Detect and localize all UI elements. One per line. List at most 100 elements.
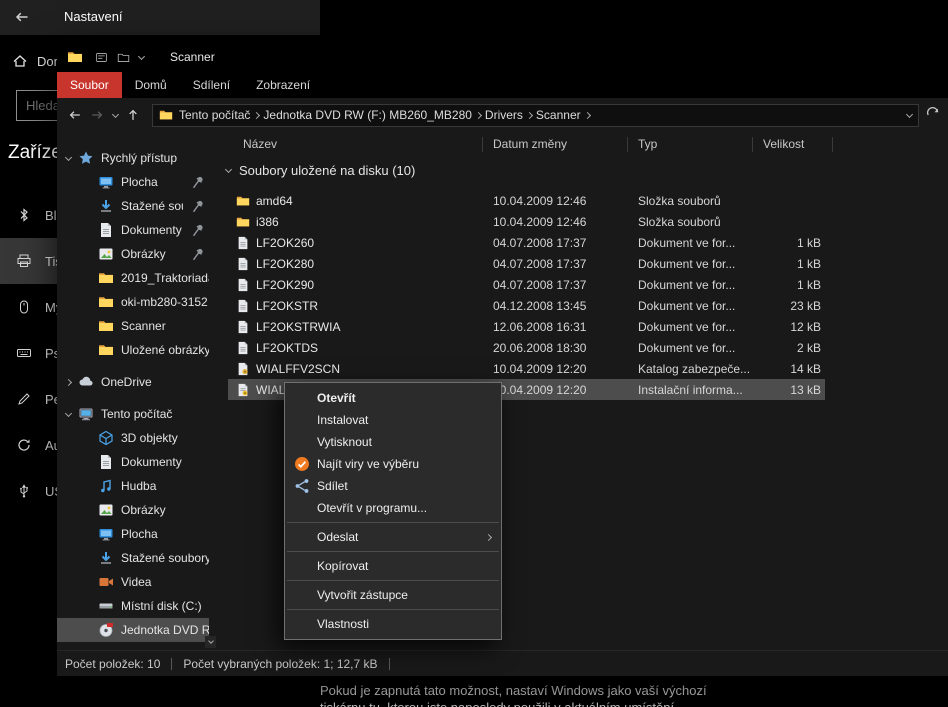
nav-tree-item[interactable]: Dokumenty <box>57 218 209 242</box>
nav-tree-item[interactable]: 3D objekty <box>57 426 209 450</box>
folder-icon <box>98 318 114 334</box>
ribbon-tab[interactable]: Zobrazení <box>243 72 323 98</box>
breadcrumb-segment[interactable]: Jednotka DVD RW (F:) MB260_MB280 <box>263 108 472 122</box>
file-date-cell: 10.04.2009 12:46 <box>483 194 628 208</box>
refresh-icon[interactable] <box>925 107 941 123</box>
menu-icon-slot <box>293 588 311 603</box>
breadcrumb-segment[interactable]: Drivers <box>485 108 523 122</box>
breadcrumb-segment[interactable]: Scanner <box>536 108 581 122</box>
file-size-cell: 14 kB <box>753 362 825 376</box>
address-field[interactable]: Tento počítač Jednotka DVD RW (F:) MB260_… <box>152 104 919 127</box>
group-header[interactable]: Soubory uložené na disku (10) <box>218 156 948 184</box>
nav-tree-item[interactable]: Tento počítač <box>57 402 209 426</box>
settings-description-line2: tiskárnu tu, kterou jste naposledy použi… <box>320 700 678 707</box>
nav-tree-label: Dokumenty <box>121 455 209 469</box>
nav-tree-item[interactable]: Uložené obrázky <box>57 338 209 362</box>
context-menu-item[interactable]: Instalovat <box>285 409 501 431</box>
file-size-cell: 23 kB <box>753 299 825 313</box>
nav-tree-item[interactable]: Místní disk (C:) <box>57 594 209 618</box>
catfile-icon <box>236 362 250 376</box>
context-menu-item[interactable]: Najít viry ve výběru <box>285 453 501 475</box>
file-row[interactable]: i38610.04.2009 12:46Složka souborů <box>228 211 825 232</box>
file-row[interactable]: LF2OKTDS20.06.2008 18:30Dokument ve for.… <box>228 337 825 358</box>
column-header[interactable]: Typ <box>628 137 753 152</box>
menu-icon-slot <box>293 435 311 450</box>
nav-tree-label: Dokumenty <box>121 223 183 237</box>
context-menu-item[interactable]: Otevřít v programu... <box>285 497 501 519</box>
nav-tree-label: Jednotka DVD RW <box>121 623 209 637</box>
pc-icon <box>78 406 94 422</box>
nav-tree-item[interactable]: Stažené soubory <box>57 546 209 570</box>
nav-tree-item[interactable]: Obrázky <box>57 242 209 266</box>
file-row[interactable]: LF2OK29004.07.2008 17:37Dokument ve for.… <box>228 274 825 295</box>
pin-icon <box>190 198 206 214</box>
context-menu-label: Instalovat <box>317 413 368 427</box>
column-header[interactable]: Název <box>218 137 483 152</box>
nav-tree-item[interactable]: oki-mb280-3152 <box>57 290 209 314</box>
nav-tree-label: Plocha <box>121 175 183 189</box>
context-menu-item[interactable]: Sdílet <box>285 475 501 497</box>
context-menu-item[interactable]: Odeslat <box>285 526 501 548</box>
nav-tree-label: Stažené soubory <box>121 551 209 565</box>
file-row[interactable]: LF2OK28004.07.2008 17:37Dokument ve for.… <box>228 253 825 274</box>
ribbon-tab[interactable]: Soubor <box>57 72 122 98</box>
nav-tree-item[interactable]: Rychlý přístup <box>57 146 209 170</box>
back-arrow-icon[interactable] <box>14 9 30 25</box>
up-arrow-icon <box>126 108 140 122</box>
nav-tree-item[interactable]: Obrázky <box>57 498 209 522</box>
window-folder-icon <box>67 49 83 65</box>
context-menu-item[interactable]: Vytvořit zástupce <box>285 584 501 606</box>
column-header[interactable]: Datum změny <box>483 137 628 152</box>
recent-locations-button[interactable] <box>108 114 122 117</box>
nav-tree-item[interactable]: Plocha <box>57 170 209 194</box>
nav-tree-item[interactable]: OneDrive <box>57 370 209 394</box>
nav-tree-item[interactable]: Jednotka DVD RW <box>57 618 209 642</box>
file-row[interactable]: LF2OK26004.07.2008 17:37Dokument ve for.… <box>228 232 825 253</box>
nav-up-button[interactable] <box>122 104 144 126</box>
file-name-label: LF2OK260 <box>256 236 314 250</box>
address-dropdown-chevron-icon[interactable] <box>906 110 913 117</box>
file-name-cell: WIALFFV2SCN <box>228 362 483 376</box>
nav-tree-item[interactable]: Scanner <box>57 314 209 338</box>
home-icon <box>12 53 28 69</box>
nav-tree-label: Plocha <box>121 527 209 541</box>
nav-tree-label: Rychlý přístup <box>101 151 209 165</box>
ribbon-tab[interactable]: Sdílení <box>180 72 243 98</box>
nav-back-button[interactable] <box>64 104 86 126</box>
context-menu-item[interactable]: Vlastnosti <box>285 613 501 635</box>
context-menu-label: Vytisknout <box>317 435 372 449</box>
context-menu-item[interactable]: Otevřít <box>285 387 501 409</box>
doc-icon <box>98 454 114 470</box>
chevron-down-icon <box>111 110 118 117</box>
back-arrow-icon <box>68 108 82 122</box>
qat-customize-chevron-icon[interactable] <box>138 52 145 59</box>
file-row[interactable]: LF2OKSTR04.12.2008 13:45Dokument ve for.… <box>228 295 825 316</box>
file-row[interactable]: WIALFFV2SCN10.04.2009 12:20Katalog zabez… <box>228 358 825 379</box>
ribbon-tab[interactable]: Domů <box>122 72 180 98</box>
nav-tree-label: Obrázky <box>121 247 183 261</box>
folder-icon <box>98 294 114 310</box>
nav-tree-item[interactable]: Videa <box>57 570 209 594</box>
explorer-main: Rychlý přístup Plocha Stažené soubory Dokum… <box>57 132 948 650</box>
address-folder-icon <box>159 108 173 122</box>
nav-tree-item[interactable]: Hudba <box>57 474 209 498</box>
nav-tree-item[interactable]: Dokumenty <box>57 450 209 474</box>
file-row[interactable]: amd6410.04.2009 12:46Složka souborů <box>228 190 825 211</box>
nav-tree-item[interactable]: Plocha <box>57 522 209 546</box>
file-type-cell: Dokument ve for... <box>628 299 753 313</box>
nav-scroll-down-button[interactable] <box>205 636 216 648</box>
nav-tree-item[interactable]: 2019_Traktoriada <box>57 266 209 290</box>
file-size-cell: 12 kB <box>753 320 825 334</box>
column-header[interactable]: Velikost <box>753 137 833 152</box>
qat-properties-icon[interactable] <box>95 51 108 64</box>
breadcrumb-segment[interactable]: Tento počítač <box>179 108 250 122</box>
file-type-cell: Dokument ve for... <box>628 341 753 355</box>
context-menu-item[interactable]: Vytisknout <box>285 431 501 453</box>
star-icon <box>78 150 94 166</box>
qat-new-folder-icon[interactable] <box>117 51 130 64</box>
nav-tree-item[interactable]: Stažené soubory <box>57 194 209 218</box>
file-row[interactable]: LF2OKSTRWIA12.06.2008 16:31Dokument ve f… <box>228 316 825 337</box>
nav-forward-button[interactable] <box>86 104 108 126</box>
context-menu-item[interactable]: Kopírovat <box>285 555 501 577</box>
file-date-cell: 04.12.2008 13:45 <box>483 299 628 313</box>
